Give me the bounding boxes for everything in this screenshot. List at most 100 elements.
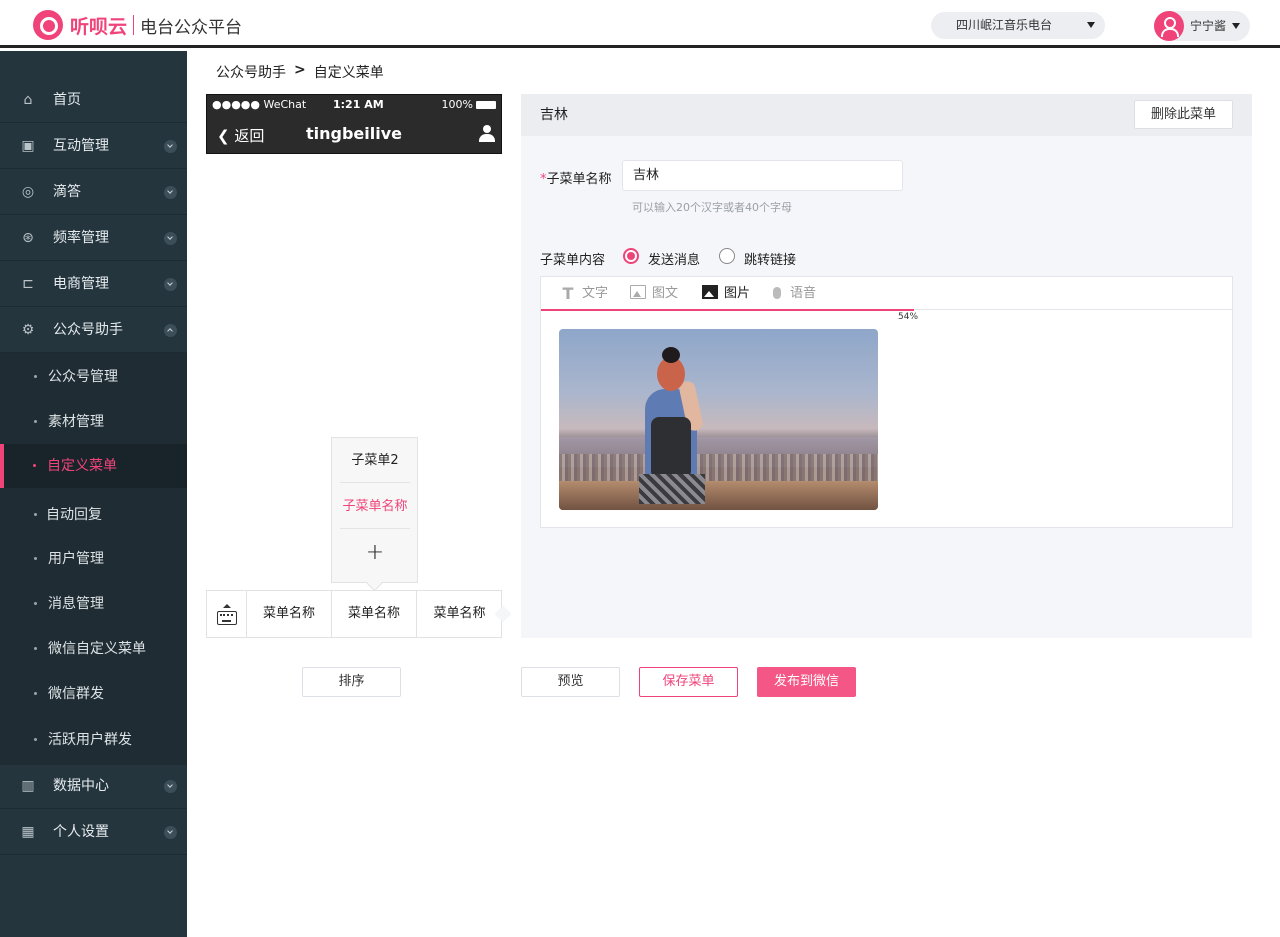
phone-header: ●●●●● WeChat 1:21 AM 100% ❮ 返回 tingbeili… (206, 94, 502, 154)
sidebar-subitem-wechat-menu[interactable]: 微信自定义菜单 (0, 627, 187, 671)
submenu-group: 公众号管理 素材管理 自定义菜单 自动回复 用户管理 消息管理 微信自定义菜单 (0, 353, 187, 765)
submenu-name-input[interactable]: 吉林 (622, 160, 903, 191)
sidebar-item-interaction[interactable]: ▣ 互动管理 (0, 123, 187, 169)
sidebar-subitem-label: 公众号管理 (48, 369, 118, 385)
logo-icon (33, 10, 63, 40)
sidebar-item-label: 互动管理 (53, 138, 109, 154)
menu-edit-panel: 吉林 删除此菜单 *子菜单名称 吉林 可以输入20个汉字或者40个字母 子菜单内… (521, 94, 1252, 638)
submenu-item[interactable]: 子菜单2 (340, 438, 410, 483)
station-selector[interactable]: 四川岷江音乐电台 (931, 12, 1105, 39)
panel-header: 吉林 删除此菜单 (521, 94, 1252, 136)
sidebar-item-dida[interactable]: ◎ 滴答 (0, 169, 187, 215)
sidebar-subitem-mass-send[interactable]: 微信群发 (0, 672, 187, 716)
sidebar-subitem-account[interactable]: 公众号管理 (0, 355, 187, 399)
phone-nav-bar: ❮ 返回 tingbeilive (207, 121, 501, 151)
top-header: 听呗云 电台公众平台 四川岷江音乐电台 宁宁酱 (0, 0, 1280, 48)
submenu-item-selected[interactable]: 子菜单名称 (340, 484, 410, 529)
sidebar-item-ecommerce[interactable]: ⊏ 电商管理 (0, 261, 187, 307)
photo-backpack (651, 417, 691, 479)
user-name: 宁宁酱 (1190, 19, 1227, 33)
sidebar-subitem-label: 素材管理 (48, 414, 104, 430)
jump-link-radio[interactable] (719, 248, 735, 264)
chevron-down-icon (164, 826, 177, 839)
tab-label: 图片 (724, 286, 751, 301)
pulse-icon: ⊛ (22, 230, 34, 246)
tab-label: 文字 (582, 286, 609, 301)
sidebar-item-frequency[interactable]: ⊛ 频率管理 (0, 215, 187, 261)
battery-icon (476, 101, 496, 109)
image-text-icon (630, 285, 646, 299)
sidebar-subitem-label: 自动回复 (46, 507, 102, 523)
sidebar-item-wechat-assistant[interactable]: ⚙ 公众号助手 (0, 307, 187, 353)
tab-news[interactable]: 图文 (630, 277, 678, 310)
sidebar-subitem-material[interactable]: 素材管理 (0, 400, 187, 444)
bullet (33, 464, 36, 467)
battery-indicator: 100% (442, 98, 496, 111)
image-icon (702, 285, 718, 299)
jump-link-label[interactable]: 跳转链接 (744, 249, 796, 268)
uploaded-image[interactable] (559, 329, 878, 510)
user-menu[interactable]: 宁宁酱 (1154, 11, 1250, 41)
bar-chart-icon: ▥ (21, 778, 35, 794)
chevron-down-icon (164, 140, 177, 153)
sidebar-item-label: 频率管理 (53, 230, 109, 246)
chevron-down-icon (164, 780, 177, 793)
sidebar-item-label: 首页 (53, 92, 81, 108)
tab-label: 语音 (790, 286, 817, 301)
sidebar-subitem-active-users[interactable]: 活跃用户群发 (0, 718, 187, 762)
sidebar-subitem-users[interactable]: 用户管理 (0, 537, 187, 581)
sidebar-item-data-center[interactable]: ▥ 数据中心 (0, 763, 187, 809)
sidebar-subitem-label: 消息管理 (48, 596, 104, 612)
tab-text[interactable]: T 文字 (560, 277, 608, 310)
send-message-label[interactable]: 发送消息 (648, 249, 700, 268)
submenu-popup: 子菜单2 子菜单名称 + (331, 437, 418, 583)
preview-button[interactable]: 预览 (521, 667, 620, 697)
bullet (34, 692, 37, 695)
menu-item[interactable]: 菜单名称 (332, 591, 417, 637)
submenu-content-label: 子菜单内容 (540, 253, 606, 268)
photo-skirt (639, 474, 705, 504)
sidebar-item-home[interactable]: ⌂ 首页 (0, 77, 187, 123)
tab-image[interactable]: 图片 (702, 277, 750, 310)
publish-button[interactable]: 发布到微信 (757, 667, 856, 697)
phone-bottom-menu: 菜单名称 菜单名称 菜单名称 (206, 590, 502, 638)
logo[interactable]: 听呗云 电台公众平台 (33, 10, 242, 40)
breadcrumb: 公众号助手 > 自定义菜单 (216, 62, 384, 82)
delete-menu-button[interactable]: 删除此菜单 (1134, 100, 1233, 129)
upload-progress-bar (541, 309, 1232, 311)
phone-status-bar: ●●●●● WeChat 1:21 AM 100% (207, 95, 501, 115)
station-name: 四川岷江音乐电台 (956, 18, 1053, 32)
person-icon[interactable] (479, 125, 495, 143)
photo-hair-bun (662, 347, 680, 363)
tab-voice[interactable]: 语音 (773, 277, 816, 310)
sort-button[interactable]: 排序 (302, 667, 401, 697)
grid-icon: ▦ (21, 824, 35, 840)
avatar (1154, 11, 1184, 41)
breadcrumb-current: 自定义菜单 (313, 65, 384, 81)
sidebar-subitem-label: 活跃用户群发 (48, 732, 132, 748)
sidebar-subitem-custom-menu[interactable]: 自定义菜单 (0, 444, 187, 488)
bullet (34, 647, 37, 650)
menu-item[interactable]: 菜单名称 (417, 591, 502, 637)
carrier-label: ●●●●● WeChat (212, 98, 307, 111)
up-arrow-icon (223, 604, 231, 608)
brand-name: 听呗云 (70, 15, 128, 38)
sidebar-item-label: 公众号助手 (53, 322, 123, 338)
chevron-down-icon (164, 278, 177, 291)
keyboard-toggle[interactable] (207, 591, 247, 637)
send-message-radio[interactable] (623, 248, 639, 264)
sidebar-item-label: 滴答 (53, 184, 81, 200)
platform-subtitle: 电台公众平台 (140, 17, 243, 38)
home-icon: ⌂ (23, 92, 33, 108)
sidebar-subitem-auto-reply[interactable]: 自动回复 (0, 493, 187, 537)
breadcrumb-parent[interactable]: 公众号助手 (216, 62, 286, 82)
menu-item[interactable]: 菜单名称 (247, 591, 332, 637)
submenu-name-label-text: 子菜单名称 (546, 172, 612, 187)
add-submenu-button[interactable]: + (340, 530, 410, 575)
sidebar-subitem-messages[interactable]: 消息管理 (0, 582, 187, 626)
bullet (34, 513, 37, 516)
sidebar-item-settings[interactable]: ▦ 个人设置 (0, 809, 187, 855)
photo-city (559, 454, 878, 484)
save-menu-button[interactable]: 保存菜单 (639, 667, 738, 697)
bullet (34, 738, 37, 741)
